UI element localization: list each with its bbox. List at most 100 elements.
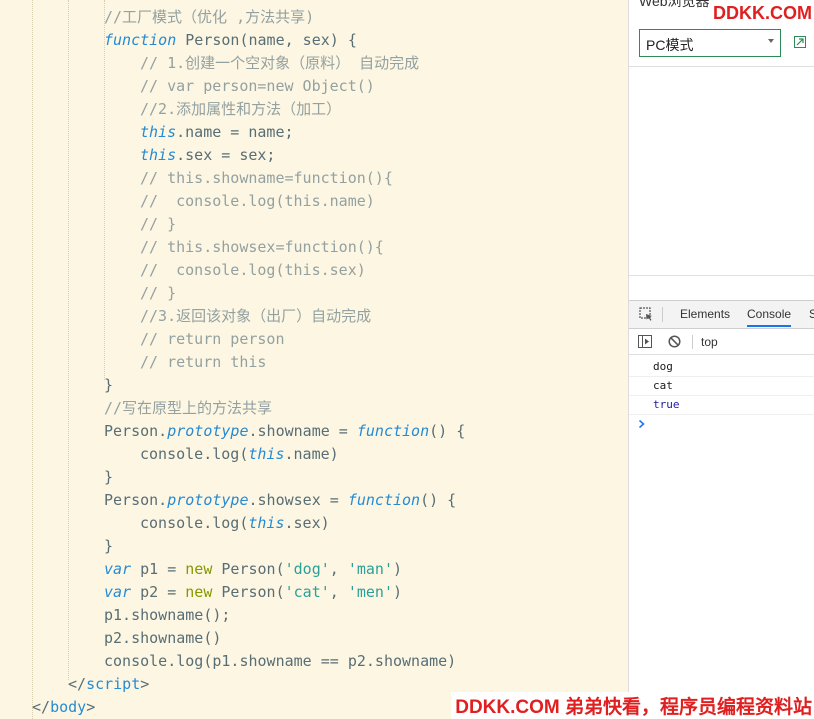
browser-viewport bbox=[629, 66, 814, 276]
code-token: // var person=new Object() bbox=[140, 77, 375, 95]
code-line: console.log(this.sex) bbox=[140, 512, 330, 535]
code-token: this bbox=[140, 123, 177, 141]
code-token: new bbox=[185, 583, 213, 601]
code-token: .showsex = bbox=[248, 491, 348, 509]
code-line: p2.showname() bbox=[104, 627, 221, 650]
code-token: // return person bbox=[140, 330, 285, 348]
code-line: this.name = name; bbox=[140, 121, 294, 144]
code-token: > bbox=[140, 675, 150, 693]
code-token: 'cat' bbox=[284, 583, 330, 601]
console-log-row: dog bbox=[629, 357, 814, 377]
code-token: body bbox=[50, 698, 87, 716]
console-toolbar: top bbox=[629, 329, 814, 355]
code-token: , bbox=[329, 560, 348, 578]
code-editor[interactable]: //工厂模式（优化 ,方法共享) function Person(name, se… bbox=[0, 0, 628, 719]
context-selector[interactable]: top bbox=[701, 335, 718, 349]
code-line: console.log(p1.showname == p2.showname) bbox=[104, 650, 456, 673]
code-line: // return this bbox=[140, 351, 266, 374]
code-token: var bbox=[104, 560, 132, 578]
code-token: 'man' bbox=[347, 560, 393, 578]
tab-console[interactable]: Console bbox=[747, 307, 792, 327]
code-line: //2.添加属性和方法（加工） bbox=[140, 98, 341, 121]
code-token: // 1.创建一个空对象（原料） 自动完成 bbox=[140, 54, 420, 72]
code-line: // console.log(this.sex) bbox=[140, 259, 366, 282]
code-line: } bbox=[104, 535, 113, 558]
code-token: } bbox=[104, 468, 114, 486]
code-token: ) bbox=[393, 583, 403, 601]
tab-sources[interactable]: S bbox=[809, 307, 814, 321]
code-line: </body> bbox=[32, 696, 95, 719]
code-token: } bbox=[104, 537, 114, 555]
clear-console-icon[interactable] bbox=[668, 335, 681, 348]
code-token: ) bbox=[393, 560, 403, 578]
web-browser-panel: Web浏览器 DDKK.COM PC模式 Elements Console S bbox=[628, 0, 814, 719]
code-token: 'dog' bbox=[284, 560, 330, 578]
code-line: function Person(name, sex) { bbox=[104, 29, 357, 52]
code-token: console.log( bbox=[140, 445, 249, 463]
code-line: var p1 = new Person('dog', 'man') bbox=[104, 558, 402, 581]
code-token: new bbox=[185, 560, 213, 578]
indent-guide bbox=[32, 0, 33, 719]
brand-logo: DDKK.COM bbox=[713, 3, 812, 23]
code-token: p1.showname(); bbox=[104, 606, 231, 624]
inspect-element-icon[interactable] bbox=[639, 307, 654, 322]
code-token: </ bbox=[68, 675, 87, 693]
open-external-icon[interactable] bbox=[794, 36, 806, 48]
tab-elements[interactable]: Elements bbox=[680, 307, 730, 321]
code-token: //工厂模式（优化 ,方法共享) bbox=[104, 8, 315, 26]
code-line: </script> bbox=[68, 673, 149, 696]
code-line: //3.返回该对象（出厂）自动完成 bbox=[140, 305, 371, 328]
toolbar-separator bbox=[692, 335, 693, 349]
code-token: // console.log(this.sex) bbox=[140, 261, 366, 279]
code-token: Person(name, sex) { bbox=[176, 31, 357, 49]
console-log-text: true bbox=[653, 398, 680, 411]
code-token: .name) bbox=[284, 445, 339, 463]
indent-guide bbox=[68, 0, 69, 680]
console-prompt-icon[interactable] bbox=[638, 419, 646, 429]
mode-select[interactable]: PC模式 bbox=[639, 29, 781, 57]
code-token: Person( bbox=[212, 583, 285, 601]
code-token: , bbox=[329, 583, 348, 601]
code-line: // } bbox=[140, 213, 176, 236]
console-log-row: cat bbox=[629, 376, 814, 396]
code-token: // } bbox=[140, 215, 177, 233]
code-token: prototype bbox=[167, 491, 249, 509]
code-line: this.sex = sex; bbox=[140, 144, 275, 167]
code-token: p1 = bbox=[131, 560, 186, 578]
code-token: prototype bbox=[167, 422, 249, 440]
code-line: //写在原型上的方法共享 bbox=[104, 397, 272, 420]
code-token: this bbox=[248, 514, 285, 532]
code-token: // } bbox=[140, 284, 177, 302]
mode-select-value: PC模式 bbox=[646, 37, 694, 53]
code-token: > bbox=[86, 698, 96, 716]
code-token: // this.showname=function(){ bbox=[140, 169, 393, 187]
code-line: // this.showsex=function(){ bbox=[140, 236, 384, 259]
code-token: </ bbox=[32, 698, 51, 716]
chevron-down-icon bbox=[768, 39, 774, 43]
code-token: var bbox=[104, 583, 132, 601]
code-token: Person( bbox=[212, 560, 285, 578]
code-token: script bbox=[86, 675, 141, 693]
code-token: // console.log(this.name) bbox=[140, 192, 375, 210]
code-token: } bbox=[104, 376, 114, 394]
code-token: this bbox=[248, 445, 285, 463]
code-token: this bbox=[140, 146, 177, 164]
code-token: //3.返回该对象（出厂）自动完成 bbox=[140, 307, 372, 325]
code-line: // } bbox=[140, 282, 176, 305]
code-token: //写在原型上的方法共享 bbox=[104, 399, 273, 417]
code-token: function bbox=[347, 491, 421, 509]
code-token: // this.showsex=function(){ bbox=[140, 238, 384, 256]
code-token: console.log(p1.showname == p2.showname) bbox=[104, 652, 457, 670]
code-line: Person.prototype.showname = function() { bbox=[104, 420, 465, 443]
indent-guide bbox=[104, 0, 105, 380]
code-line: var p2 = new Person('cat', 'men') bbox=[104, 581, 402, 604]
code-token: () { bbox=[420, 491, 457, 509]
code-line: } bbox=[104, 374, 113, 397]
code-token: .sex) bbox=[284, 514, 330, 532]
console-log-row: true bbox=[629, 395, 814, 415]
sidebar-toggle-icon[interactable] bbox=[638, 335, 652, 348]
devtools-tabbar: Elements Console S bbox=[629, 301, 814, 329]
panel-title: Web浏览器 bbox=[639, 0, 710, 9]
code-line: // return person bbox=[140, 328, 285, 351]
code-line: Person.prototype.showsex = function() { bbox=[104, 489, 456, 512]
